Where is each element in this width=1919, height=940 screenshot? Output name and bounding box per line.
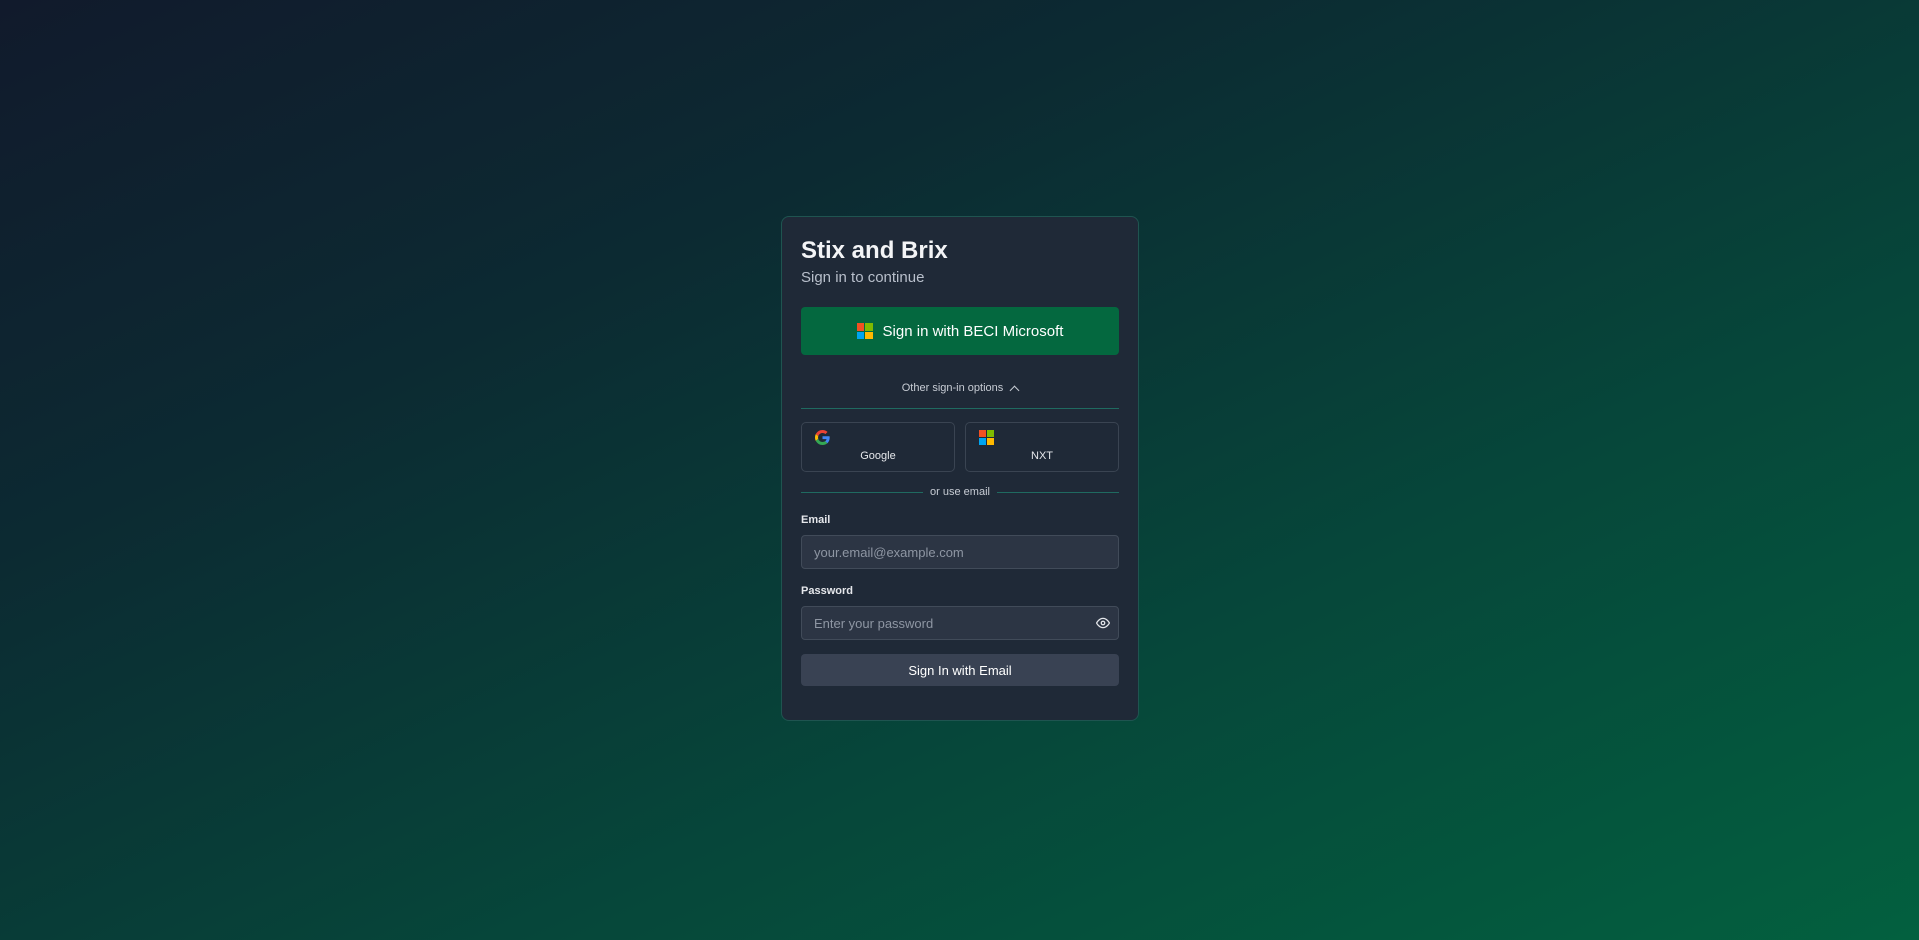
alt-provider-row: Google NXT [801,422,1119,472]
microsoft-logo-icon [856,323,873,339]
sign-in-with-email-button[interactable]: Sign In with Email [801,654,1119,686]
other-sign-in-options-label: Other sign-in options [901,382,1004,394]
options-divider [801,408,1119,409]
other-sign-in-options-toggle[interactable]: Other sign-in options [801,381,1119,395]
google-sign-in-label: Google [860,450,896,462]
password-field-wrap [801,606,1119,640]
separator-line-right [996,491,1120,493]
chevron-up-icon [1009,385,1020,395]
email-label: Email [801,514,831,526]
microsoft-sign-in-button[interactable]: Sign in with BECI Microsoft [801,307,1119,355]
password-label: Password [801,585,853,597]
microsoft-logo-icon [979,430,994,445]
google-sign-in-button[interactable]: Google [801,422,955,472]
sign-in-card: Stix and Brix Sign in to continue Sign i… [781,216,1139,721]
google-logo-icon [815,430,830,445]
or-use-email-separator: or use email [801,485,1120,499]
microsoft-sign-in-label: Sign in with BECI Microsoft [882,322,1064,340]
nxt-sign-in-label: NXT [1031,450,1053,462]
separator-line-left [801,491,924,493]
or-use-email-label: or use email [930,486,990,498]
email-field-wrap [801,535,1119,569]
app-subtitle: Sign in to continue [801,269,925,286]
password-input[interactable] [801,606,1119,640]
nxt-sign-in-button[interactable]: NXT [965,422,1119,472]
eye-icon[interactable] [1095,616,1111,630]
app-title: Stix and Brix [801,237,948,264]
email-input[interactable] [801,535,1119,569]
